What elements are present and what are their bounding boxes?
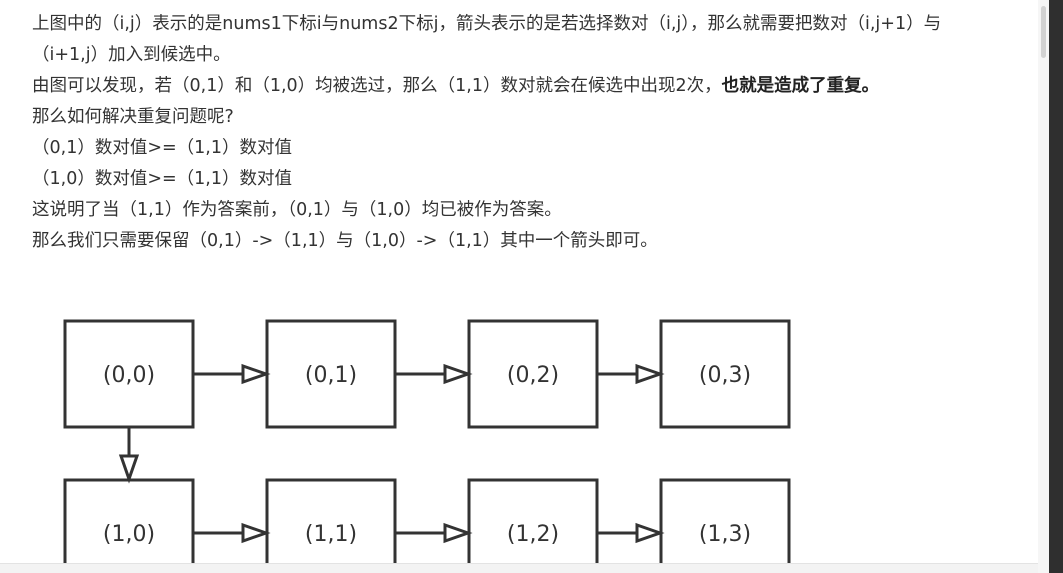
pair-node: (0,2) (467, 319, 599, 429)
pair-node: (0,1) (265, 319, 397, 429)
pair-node-label: (0,0) (103, 363, 155, 388)
pair-node: (1,0) (63, 478, 195, 573)
window-edge (1049, 0, 1063, 573)
edge-arrow (118, 427, 140, 484)
bottom-edge (0, 563, 1063, 573)
vertical-scrollbar[interactable] (1038, 0, 1049, 573)
pair-node-label: (0,1) (305, 363, 357, 388)
edge-arrow (597, 522, 665, 544)
edge-arrow (395, 363, 473, 385)
pair-node-label: (0,3) (699, 363, 751, 388)
edge-arrow (597, 363, 665, 385)
pair-node: (0,0) (63, 319, 195, 429)
pair-grid-diagram: (0,0) (0,1) (0,2) (0,3) (1,0) (1,1) (1,2) (1,3) (63, 319, 791, 573)
pair-node: (1,2) (467, 478, 599, 573)
pair-node-label: (1,1) (305, 522, 357, 547)
edge-arrow (193, 522, 271, 544)
pair-node: (0,3) (659, 319, 791, 429)
pair-node-label: (1,0) (103, 522, 155, 547)
pair-node-label: (0,2) (507, 363, 559, 388)
pair-node: (1,3) (659, 478, 791, 573)
edge-arrow (395, 522, 473, 544)
pair-node-label: (1,3) (699, 522, 751, 547)
edge-arrow (193, 363, 271, 385)
scrollbar-thumb[interactable] (1041, 6, 1046, 58)
pair-node: (1,1) (265, 478, 397, 573)
pair-node-label: (1,2) (507, 522, 559, 547)
